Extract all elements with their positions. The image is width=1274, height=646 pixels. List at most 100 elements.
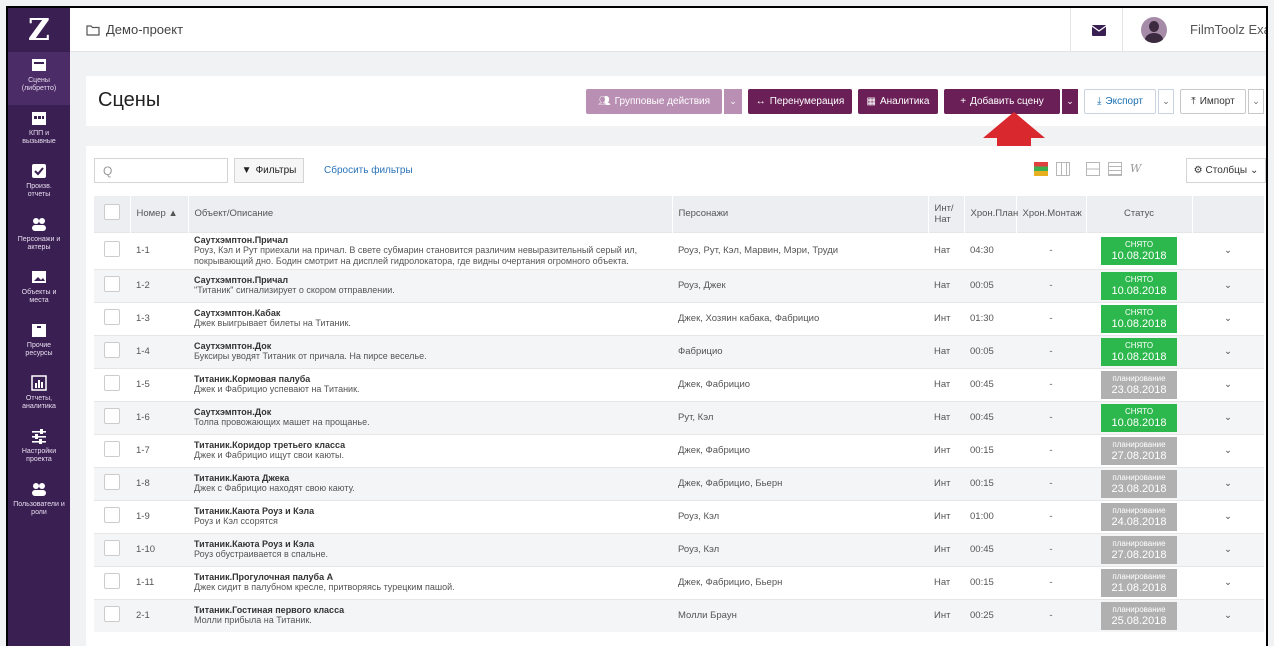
table-row[interactable]: 1-7 Титаник.Коридор третьего класса Джек и…: [94, 433, 1264, 467]
col-intnat[interactable]: Инт/ Нат: [928, 196, 965, 232]
scene-title[interactable]: Саутхэмптон.Док: [194, 407, 666, 417]
status-badge[interactable]: СНЯТО 10.08.2018: [1101, 403, 1177, 432]
filters-button[interactable]: ▼ Фильтры: [234, 158, 304, 183]
sidebar-item-1[interactable]: КПП и вызывные: [8, 105, 70, 158]
color-view-icon[interactable]: [1034, 162, 1048, 176]
row-checkbox[interactable]: [104, 309, 120, 325]
row-checkbox[interactable]: [104, 474, 120, 490]
chevron-down-icon[interactable]: ⌄: [1192, 499, 1264, 533]
table-row[interactable]: 1-10 Титаник.Каюта Роуз и Кэла Роуз обустр…: [94, 532, 1264, 566]
row-checkbox[interactable]: [104, 507, 120, 523]
grid-view-icon[interactable]: [1056, 162, 1070, 176]
breadcrumb[interactable]: Демо-проект: [86, 22, 183, 37]
import-dropdown[interactable]: ⌄: [1248, 89, 1264, 114]
col-status[interactable]: Статус: [1086, 196, 1193, 232]
renumber-button[interactable]: ↔ Перенумерация: [748, 89, 852, 114]
scene-title[interactable]: Титаник.Гостиная первого класса: [194, 605, 666, 615]
col-number[interactable]: Номер ▲: [130, 196, 189, 232]
status-badge[interactable]: планирование 21.08.2018: [1101, 568, 1177, 597]
table-row[interactable]: 2-1 Титаник.Гостиная первого класса Молли …: [94, 598, 1264, 632]
row-checkbox[interactable]: [104, 441, 120, 457]
row-checkbox[interactable]: [104, 375, 120, 391]
status-badge[interactable]: планирование 24.08.2018: [1101, 502, 1177, 531]
analytics-button[interactable]: ▦ Аналитика: [858, 89, 938, 114]
chevron-down-icon[interactable]: ⌄: [1192, 268, 1264, 302]
chevron-down-icon[interactable]: ⌄: [1192, 334, 1264, 368]
status-badge[interactable]: планирование 27.08.2018: [1101, 436, 1177, 465]
app-logo[interactable]: Z: [8, 8, 70, 52]
sidebar-item-4[interactable]: Объекты и места: [8, 264, 70, 317]
row-checkbox[interactable]: [104, 408, 120, 424]
table-row[interactable]: 1-5 Титаник.Кормовая палуба Джек и Фабрици…: [94, 367, 1264, 401]
sidebar-item-7[interactable]: Настройки проекта: [8, 423, 70, 476]
chevron-down-icon[interactable]: ⌄: [1192, 433, 1264, 467]
sidebar-item-0[interactable]: Сцены (либретто): [8, 52, 70, 105]
table-row[interactable]: 1-11 Титаник.Прогулочная палуба А Джек сид…: [94, 565, 1264, 599]
row-checkbox[interactable]: [104, 276, 120, 292]
group-actions-dropdown[interactable]: ⌄: [724, 89, 742, 114]
scene-title[interactable]: Титаник.Кормовая палуба: [194, 374, 666, 384]
table-row[interactable]: 1-1 Саутхэмптон.Причал Роуз, Кэл и Рут при…: [94, 231, 1264, 269]
scene-title[interactable]: Саутхэмптон.Кабак: [194, 308, 666, 318]
chevron-down-icon[interactable]: ⌄: [1192, 598, 1264, 632]
add-scene-button[interactable]: + Добавить сцену: [944, 89, 1060, 114]
table-row[interactable]: 1-6 Саутхэмптон.Док Толпа провожающих маше…: [94, 400, 1264, 434]
select-all-checkbox[interactable]: [103, 204, 120, 221]
row-checkbox[interactable]: [104, 573, 120, 589]
col-characters[interactable]: Персонажи: [672, 196, 929, 232]
status-badge[interactable]: СНЯТО 10.08.2018: [1101, 271, 1177, 300]
avatar[interactable]: [1141, 17, 1167, 43]
text-view-icon[interactable]: W: [1130, 162, 1144, 176]
row-checkbox[interactable]: [104, 342, 120, 358]
chevron-down-icon[interactable]: ⌄: [1192, 301, 1264, 335]
reset-filters-link[interactable]: Сбросить фильтры: [324, 165, 413, 176]
columns-button[interactable]: ⚙ Столбцы ⌄: [1186, 158, 1266, 183]
group-actions-button[interactable]: 👥︎ Групповые действия: [586, 89, 722, 114]
export-button[interactable]: ⤓ Экспорт: [1084, 89, 1156, 114]
status-badge[interactable]: СНЯТО 10.08.2018: [1101, 304, 1177, 333]
row-checkbox[interactable]: [104, 540, 120, 556]
table-row[interactable]: 1-4 Саутхэмптон.Док Буксиры уводят Титаник…: [94, 334, 1264, 368]
scene-title[interactable]: Саутхэмптон.Причал: [194, 235, 666, 245]
status-badge[interactable]: планирование 25.08.2018: [1101, 601, 1177, 630]
sidebar-item-8[interactable]: Пользователи и роли: [8, 476, 70, 529]
table-row[interactable]: 1-9 Титаник.Каюта Роуз и Кэла Роуз и Кэл с…: [94, 499, 1264, 533]
col-object[interactable]: Объект/Описание: [188, 196, 673, 232]
status-badge[interactable]: планирование 23.08.2018: [1101, 370, 1177, 399]
status-badge[interactable]: планирование 27.08.2018: [1101, 535, 1177, 564]
table-row[interactable]: 1-8 Титаник.Каюта Джека Джек с Фабрицио на…: [94, 466, 1264, 500]
status-badge[interactable]: СНЯТО 10.08.2018: [1101, 337, 1177, 366]
import-button[interactable]: ⤒ Импорт: [1180, 89, 1246, 114]
sidebar-item-5[interactable]: Прочие ресурсы: [8, 317, 70, 370]
sidebar-item-6[interactable]: Отчеты, аналитика: [8, 370, 70, 423]
scene-title[interactable]: Саутхэмптон.Док: [194, 341, 666, 351]
mail-icon[interactable]: [1092, 25, 1106, 36]
chevron-down-icon[interactable]: ⌄: [1192, 532, 1264, 566]
scene-title[interactable]: Титаник.Каюта Роуз и Кэла: [194, 539, 666, 549]
sidebar-item-2[interactable]: Произв. отчеты: [8, 158, 70, 211]
table-row[interactable]: 1-3 Саутхэмптон.Кабак Джек выигрывает биле…: [94, 301, 1264, 335]
chevron-down-icon[interactable]: ⌄: [1192, 466, 1264, 500]
add-scene-dropdown[interactable]: ⌄: [1062, 89, 1078, 114]
scene-title[interactable]: Саутхэмптон.Причал: [194, 275, 666, 285]
status-badge[interactable]: СНЯТО 10.08.2018: [1101, 236, 1177, 265]
row-checkbox[interactable]: [104, 241, 120, 257]
user-name[interactable]: FilmToolz Examp: [1190, 22, 1266, 37]
split-view-icon[interactable]: [1086, 162, 1100, 176]
row-checkbox[interactable]: [104, 606, 120, 623]
status-badge[interactable]: планирование 23.08.2018: [1101, 469, 1177, 498]
sidebar-item-3[interactable]: Персонажи и актеры: [8, 211, 70, 264]
col-chron-edit[interactable]: Хрон.Монтаж: [1016, 196, 1087, 232]
chevron-down-icon[interactable]: ⌄: [1192, 565, 1264, 599]
scene-title[interactable]: Титаник.Прогулочная палуба А: [194, 572, 666, 582]
scene-title[interactable]: Титаник.Коридор третьего класса: [194, 440, 666, 450]
chevron-down-icon[interactable]: ⌄: [1192, 231, 1264, 269]
list-view-icon[interactable]: [1108, 162, 1122, 176]
table-row[interactable]: 1-2 Саутхэмптон.Причал "Титаник" сигнализи…: [94, 268, 1264, 302]
col-chron-plan[interactable]: Хрон.План: [964, 196, 1018, 232]
export-dropdown[interactable]: ⌄: [1158, 89, 1174, 114]
chevron-down-icon[interactable]: ⌄: [1192, 400, 1264, 434]
search-input[interactable]: Q: [94, 158, 228, 183]
scene-title[interactable]: Титаник.Каюта Джека: [194, 473, 666, 483]
chevron-down-icon[interactable]: ⌄: [1192, 367, 1264, 401]
